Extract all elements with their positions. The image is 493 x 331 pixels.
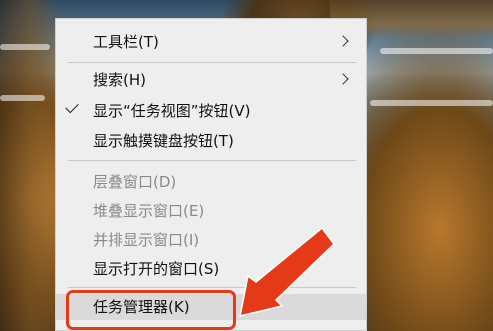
red-pointer-arrow-icon: [239, 227, 335, 317]
